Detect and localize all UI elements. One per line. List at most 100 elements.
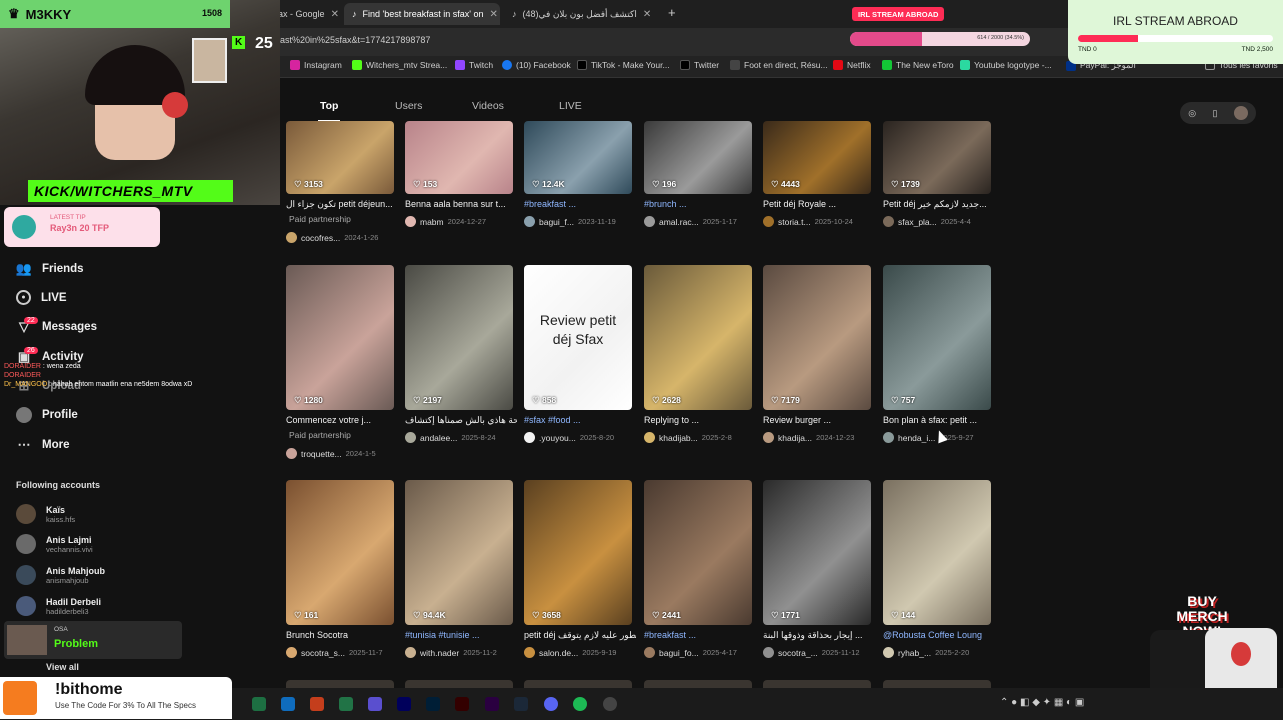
device-icon[interactable]: ▯ [1212, 108, 1217, 119]
bookmark-twitch[interactable]: Twitch [455, 60, 493, 70]
close-tab-icon[interactable]: ✕ [490, 9, 498, 20]
video-thumbnail[interactable]: ♡ 1739 [883, 121, 991, 194]
video-caption[interactable]: #breakfast ... [644, 630, 756, 640]
spotify-icon[interactable] [573, 697, 587, 711]
video-author-row[interactable]: with.nader 2025-11-2 [405, 647, 520, 658]
obs-icon[interactable] [603, 697, 617, 711]
browser-tab-active[interactable]: ♪ Find 'best breakfast in sfax' on ✕ [344, 3, 500, 25]
profile-avatar[interactable] [1233, 106, 1248, 120]
video-author-row[interactable]: ryhab_... 2025-2-20 [883, 647, 998, 658]
video-caption[interactable]: إيجار بحذاقة وذوقها البنة ... [763, 630, 875, 641]
video-thumbnail[interactable]: ♡ 2441 [644, 480, 752, 625]
bookmark-foot[interactable]: Foot en direct, Résu... [730, 60, 828, 70]
excel-icon[interactable] [252, 697, 266, 711]
bookmark-twitter[interactable]: Twitter [680, 60, 719, 70]
video-thumbnail[interactable]: ♡ 12.4K [524, 121, 632, 194]
video-author-row[interactable]: khadijab... 2025-2-8 [644, 432, 759, 443]
video-thumbnail[interactable]: ♡ 757 [883, 265, 991, 410]
after-effects-icon[interactable] [397, 697, 411, 711]
video-author-row[interactable]: amal.rac... 2025-1-17 [644, 216, 759, 227]
sidebar-item-more[interactable]: ⋯ More [16, 437, 70, 453]
bookmark-netflix[interactable]: Netflix [833, 60, 871, 70]
video-caption[interactable]: Benna aala benna sur t... [405, 199, 517, 209]
video-caption[interactable]: #tunisia #tunisie ... [405, 630, 517, 640]
following-item[interactable]: Hadil Derbeli hadilderbeli3 [16, 596, 101, 616]
video-thumbnail[interactable]: ♡ 3153 [286, 121, 394, 194]
video-thumbnail[interactable]: ♡ 2197 [405, 265, 513, 410]
video-caption[interactable]: Petit déj جديد لازمكم خير... [883, 199, 995, 210]
new-tab-icon[interactable]: + [668, 5, 676, 20]
bookmark-etoro[interactable]: The New eToro [882, 60, 954, 70]
video-caption[interactable]: Commencez votre j... [286, 415, 398, 425]
tray-icons[interactable]: ⌃ ● ◧ ◆ ✦ ▦ ◐ ▣ [1000, 697, 1084, 708]
video-caption[interactable]: والصباحة هاذي بالش صمناها إكتشاف... [405, 415, 517, 426]
video-thumbnail[interactable]: ♡ 3658 [524, 480, 632, 625]
video-caption[interactable]: Petit déj Royale ... [763, 199, 875, 209]
video-caption[interactable]: Replying to ... [644, 415, 756, 425]
tab-live[interactable]: LIVE [559, 100, 582, 112]
video-author-row[interactable]: socotra_s... 2025-11-7 [286, 647, 401, 658]
video-thumbnail[interactable]: ♡ 1280 [286, 265, 394, 410]
video-author-row[interactable]: khadija... 2024-12-23 [763, 432, 878, 443]
following-item[interactable]: Kaïs kaiss.hfs [16, 504, 75, 524]
close-tab-icon[interactable]: ✕ [331, 9, 339, 20]
video-caption[interactable]: Review burger ... [763, 415, 875, 425]
url-field[interactable]: ast%20in%25sfax&t=1774217898787 [280, 35, 430, 45]
video-author-row[interactable]: bagui_f... 2023-11-19 [524, 216, 639, 227]
discord-icon[interactable] [544, 697, 558, 711]
video-caption[interactable]: petit déj هذا فطور عليه لازم يتوقف ... [524, 630, 636, 641]
video-author-row[interactable]: socotra_... 2025-11-12 [763, 647, 878, 658]
video-thumbnail[interactable]: ♡ 144 [883, 480, 991, 625]
video-author-row[interactable]: mabm 2024-12-27 [405, 216, 520, 227]
video-thumbnail[interactable]: ♡ 196 [644, 121, 752, 194]
video-thumbnail[interactable]: ♡ 2628 [644, 265, 752, 410]
tab-users[interactable]: Users [395, 100, 422, 112]
video-caption[interactable]: Bon plan à sfax: petit ... [883, 415, 995, 425]
powerpoint-icon[interactable] [310, 697, 324, 711]
video-author-row[interactable]: cocofres... 2024-1-26 [286, 232, 401, 243]
video-caption[interactable]: #sfax #food ... [524, 415, 636, 425]
bookmark-facebook[interactable]: (10) Facebook [502, 60, 571, 70]
video-thumbnail[interactable]: ♡ 153 [405, 121, 513, 194]
photoshop-icon[interactable] [426, 697, 440, 711]
publisher-icon[interactable] [339, 697, 353, 711]
video-caption[interactable]: #brunch ... [644, 199, 756, 209]
video-caption[interactable]: @Robusta Coffee Loung [883, 630, 995, 640]
premiere-icon[interactable] [485, 697, 499, 711]
following-item[interactable]: Anis Lajmi vechannis.vivi [16, 534, 93, 554]
close-tab-icon[interactable]: ✕ [643, 9, 651, 20]
video-author-row[interactable]: andalee... 2025-8-24 [405, 432, 520, 443]
view-all-link[interactable]: View all [46, 662, 79, 672]
video-author-row[interactable]: storia.t... 2025-10-24 [763, 216, 878, 227]
bookmark-youtube[interactable]: Youtube logotype -... [960, 60, 1052, 70]
bookmark-instagram[interactable]: Instagram [290, 60, 342, 70]
video-caption[interactable]: تكون جزاء ال petit déjeun... [286, 199, 398, 210]
video-thumbnail[interactable]: ♡ 7179 [763, 265, 871, 410]
video-author-row[interactable]: salon.de... 2025-9-19 [524, 647, 639, 658]
video-thumbnail[interactable]: ♡ 1771 [763, 480, 871, 625]
video-thumbnail[interactable]: ♡ 94.4K [405, 480, 513, 625]
video-author-row[interactable]: .youyou... 2025-8-20 [524, 432, 639, 443]
following-item[interactable]: Anis Mahjoub anismahjoub [16, 565, 105, 585]
video-caption[interactable]: Brunch Socotra [286, 630, 398, 640]
vs-icon[interactable] [368, 697, 382, 711]
steam-icon[interactable] [514, 697, 528, 711]
sidebar-item-live[interactable]: ● LIVE [16, 290, 67, 305]
video-thumbnail[interactable]: ♡ 161 [286, 480, 394, 625]
bookmark-kick[interactable]: Witchers_mtv Strea... [352, 60, 447, 70]
illustrator-icon[interactable] [455, 697, 469, 711]
video-author-row[interactable]: troquette... 2024-1-5 [286, 448, 401, 459]
sidebar-item-profile[interactable]: Profile [16, 407, 78, 423]
video-thumbnail[interactable]: ♡ 4443 [763, 121, 871, 194]
sidebar-item-friends[interactable]: 👥 Friends [16, 261, 84, 277]
bookmark-tiktok[interactable]: TikTok - Make Your... [577, 60, 670, 70]
tab-top[interactable]: Top [320, 100, 338, 112]
video-caption[interactable]: #breakfast ... [524, 199, 636, 209]
browser-tab[interactable]: ♪ (48)اكتشف أفضل بون بلان في ✕ [504, 3, 664, 25]
video-author-row[interactable]: bagui_fo... 2025-4-17 [644, 647, 759, 658]
tab-videos[interactable]: Videos [472, 100, 504, 112]
video-thumbnail[interactable]: Review petit déj Sfax ♡ 858 [524, 265, 632, 410]
video-author-row[interactable]: sfax_pla... 2025-4-4 [883, 216, 998, 227]
outlook-icon[interactable] [281, 697, 295, 711]
coin-icon[interactable]: ◎ [1188, 108, 1196, 119]
